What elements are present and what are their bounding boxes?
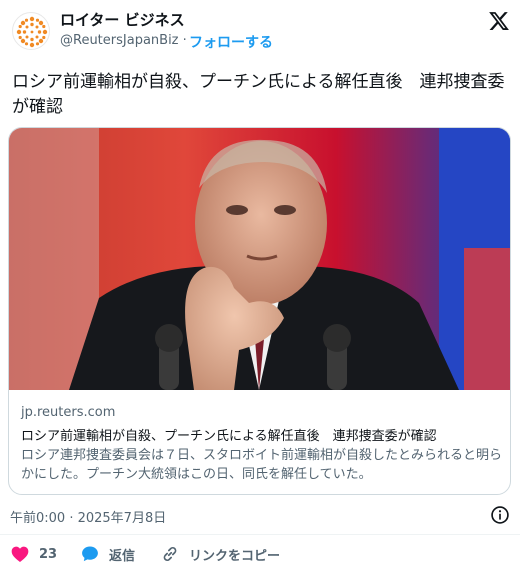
actions-divider xyxy=(0,534,520,535)
author-handle[interactable]: @ReutersJapanBiz · xyxy=(60,33,187,48)
info-icon[interactable] xyxy=(490,505,510,525)
reply-button[interactable]: 返信 xyxy=(80,540,135,568)
card-title: ロシア前運輸相が自殺、プーチン氏による解任直後 連邦捜査委が確認 xyxy=(21,429,437,444)
author-name[interactable]: ロイター ビジネス xyxy=(60,9,185,30)
like-button[interactable]: 23 xyxy=(10,540,57,568)
heart-icon xyxy=(11,546,29,562)
like-count: 23 xyxy=(39,546,58,562)
link-preview-card[interactable]: jp.reuters.com ロシア前運輸相が自殺、プーチン氏による解任直後 連… xyxy=(8,127,511,495)
tweet-actions: 23 返信 リンクをコピー xyxy=(0,540,520,568)
author-handle-text[interactable]: @ReutersJapanBiz xyxy=(60,33,179,48)
tweet-timestamp[interactable]: 午前0:00 · 2025年7月8日 xyxy=(10,507,166,526)
reply-bubble-icon xyxy=(82,546,98,562)
copy-link-button[interactable]: リンクをコピー xyxy=(160,540,280,568)
link-icon xyxy=(163,546,177,562)
x-logo-icon[interactable] xyxy=(488,10,510,32)
follow-button[interactable]: フォローする xyxy=(189,32,273,52)
handle-separator: · xyxy=(182,33,187,48)
card-image[interactable] xyxy=(9,128,510,390)
reuters-logo-icon[interactable] xyxy=(12,12,50,50)
copy-link-label: リンクをコピー xyxy=(189,548,281,564)
tweet-text: ロシア前運輸相が自殺、プーチン氏による解任直後 連邦捜査委が確認 xyxy=(12,72,505,117)
tweet-header: ロイター ビジネス @ReutersJapanBiz · フォローする xyxy=(0,0,520,62)
card-description: ロシア連邦捜査委員会は７日、スタロボイト前運輸相が自殺したとみられると明らかにし… xyxy=(21,448,503,482)
card-domain: jp.reuters.com xyxy=(21,405,116,420)
reply-label: 返信 xyxy=(109,548,136,564)
